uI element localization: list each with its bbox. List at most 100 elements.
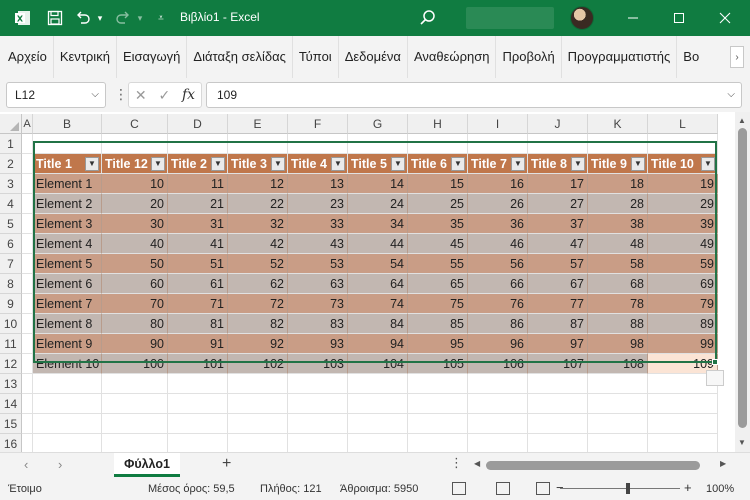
table-cell[interactable]: 57 (528, 254, 588, 274)
row-header-6[interactable]: 6 (0, 234, 22, 254)
table-cell[interactable]: 100 (102, 354, 168, 374)
filter-dropdown-icon[interactable]: ▼ (271, 157, 285, 171)
cell-empty[interactable] (228, 414, 288, 434)
cell-empty[interactable] (468, 434, 528, 452)
undo-dropdown-icon[interactable]: ▾ (94, 0, 106, 36)
row-header-9[interactable]: 9 (0, 294, 22, 314)
table-cell[interactable]: 89 (648, 314, 718, 334)
table-cell[interactable]: 58 (588, 254, 648, 274)
redo-dropdown-icon[interactable]: ▾ (134, 0, 146, 36)
table-cell[interactable]: 24 (348, 194, 408, 214)
cell-empty[interactable] (288, 374, 348, 394)
formula-input[interactable]: 109 ⌵ (206, 82, 742, 108)
table-cell[interactable]: 85 (408, 314, 468, 334)
tab-help-truncated[interactable]: Βο (677, 36, 705, 78)
table-cell[interactable]: 78 (588, 294, 648, 314)
table-cell[interactable]: 11 (168, 174, 228, 194)
cell-empty[interactable] (168, 434, 228, 452)
cell-empty[interactable] (168, 134, 228, 154)
cell-empty[interactable] (22, 414, 33, 434)
table-header-cell[interactable]: Title 2 ▼ (168, 154, 228, 174)
table-header-cell[interactable]: Title 1 ▼ (33, 154, 102, 174)
table-cell[interactable]: 36 (468, 214, 528, 234)
table-cell[interactable]: 15 (408, 174, 468, 194)
cell-empty[interactable] (528, 394, 588, 414)
column-header-b[interactable]: B (33, 114, 102, 134)
table-row-label[interactable]: Element 1 (33, 174, 102, 194)
cell-empty[interactable] (348, 414, 408, 434)
table-cell[interactable]: 103 (288, 354, 348, 374)
vertical-scrollbar[interactable]: ▲ ▼ (735, 112, 750, 452)
avatar[interactable] (570, 6, 594, 30)
table-row-label[interactable]: Element 10 (33, 354, 102, 374)
cell-empty[interactable] (528, 374, 588, 394)
cell-empty[interactable] (348, 394, 408, 414)
cell-empty[interactable] (22, 214, 33, 234)
cell-empty[interactable] (22, 434, 33, 452)
row-header-5[interactable]: 5 (0, 214, 22, 234)
maximize-button[interactable] (656, 0, 702, 36)
table-cell[interactable]: 68 (588, 274, 648, 294)
cell-empty[interactable] (33, 374, 102, 394)
table-cell[interactable]: 26 (468, 194, 528, 214)
cell-empty[interactable] (348, 374, 408, 394)
table-cell[interactable]: 52 (228, 254, 288, 274)
cell-empty[interactable] (22, 154, 33, 174)
prev-sheet-icon[interactable]: ‹ (24, 457, 28, 472)
table-cell[interactable]: 33 (288, 214, 348, 234)
cell-empty[interactable] (648, 434, 718, 452)
table-cell[interactable]: 20 (102, 194, 168, 214)
cell-empty[interactable] (102, 414, 168, 434)
cell-empty[interactable] (33, 434, 102, 452)
tab-data[interactable]: Δεδομένα (339, 36, 408, 78)
filter-dropdown-icon[interactable]: ▼ (211, 157, 225, 171)
table-cell[interactable]: 35 (408, 214, 468, 234)
cell-empty[interactable] (22, 274, 33, 294)
cell-empty[interactable] (33, 134, 102, 154)
page-layout-view-icon[interactable] (496, 482, 510, 495)
column-header-i[interactable]: I (468, 114, 528, 134)
cell-empty[interactable] (468, 414, 528, 434)
table-cell[interactable]: 71 (168, 294, 228, 314)
table-cell[interactable]: 60 (102, 274, 168, 294)
table-cell[interactable]: 47 (528, 234, 588, 254)
tab-file[interactable]: Αρχείο (0, 36, 54, 78)
cell-empty[interactable] (102, 434, 168, 452)
zoom-slider[interactable] (560, 488, 680, 489)
cell-empty[interactable] (468, 394, 528, 414)
row-header-15[interactable]: 15 (0, 414, 22, 434)
cell-empty[interactable] (408, 434, 468, 452)
cell-empty[interactable] (588, 414, 648, 434)
insert-function-icon[interactable]: fx (182, 87, 195, 103)
row-header-11[interactable]: 11 (0, 334, 22, 354)
table-row-label[interactable]: Element 5 (33, 254, 102, 274)
cell-empty[interactable] (648, 134, 718, 154)
column-header-e[interactable]: E (228, 114, 288, 134)
filter-dropdown-icon[interactable]: ▼ (331, 157, 345, 171)
cell-empty[interactable] (288, 134, 348, 154)
table-cell[interactable]: 101 (168, 354, 228, 374)
table-cell[interactable]: 70 (102, 294, 168, 314)
filter-dropdown-icon[interactable]: ▼ (631, 157, 645, 171)
cell-empty[interactable] (528, 414, 588, 434)
scroll-right-icon[interactable]: ▶ (720, 459, 726, 468)
table-cell[interactable]: 51 (168, 254, 228, 274)
table-cell[interactable]: 93 (288, 334, 348, 354)
table-cell[interactable]: 27 (528, 194, 588, 214)
table-cell[interactable]: 46 (468, 234, 528, 254)
cell-empty[interactable] (22, 194, 33, 214)
table-cell[interactable]: 34 (348, 214, 408, 234)
table-cell[interactable]: 41 (168, 234, 228, 254)
row-header-13[interactable]: 13 (0, 374, 22, 394)
column-header-k[interactable]: K (588, 114, 648, 134)
filter-dropdown-icon[interactable]: ▼ (391, 157, 405, 171)
table-cell[interactable]: 95 (408, 334, 468, 354)
cell-empty[interactable] (22, 314, 33, 334)
table-cell[interactable]: 65 (408, 274, 468, 294)
filter-dropdown-icon[interactable]: ▼ (451, 157, 465, 171)
horizontal-scrollbar[interactable]: ◀ ▶ (470, 459, 732, 472)
table-cell[interactable]: 97 (528, 334, 588, 354)
cell-empty[interactable] (648, 414, 718, 434)
table-cell[interactable]: 72 (228, 294, 288, 314)
table-cell[interactable]: 18 (588, 174, 648, 194)
